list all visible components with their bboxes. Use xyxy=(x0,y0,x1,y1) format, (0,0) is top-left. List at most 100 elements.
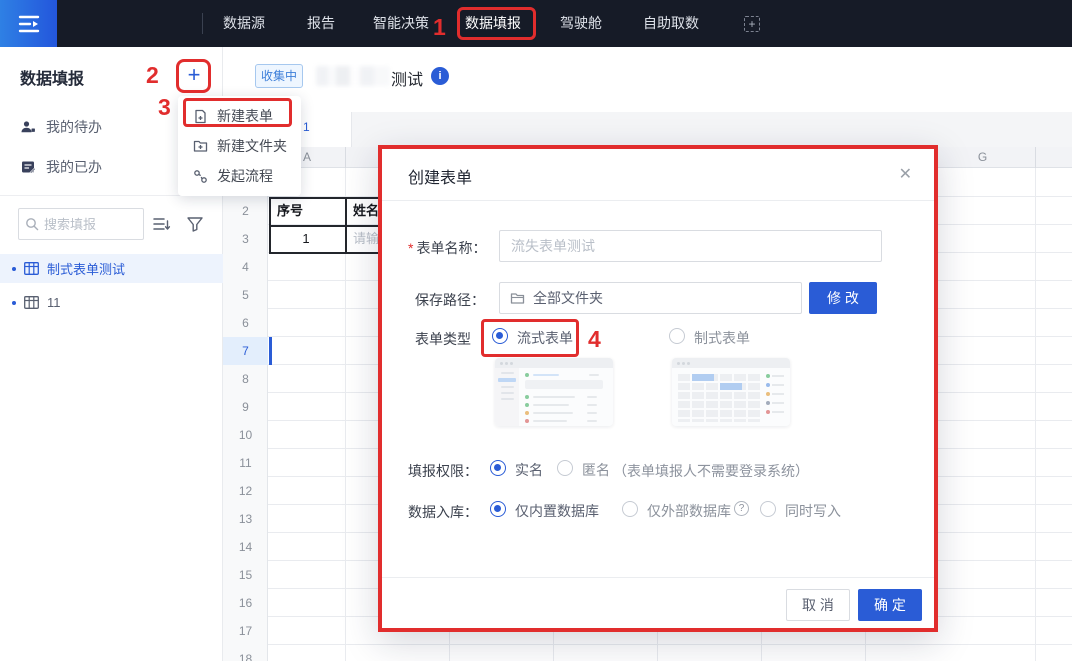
create-form-modal: 创建表单 ✕ *表单名称： 保存路径： 全部文件夹 修 改 表单类型 流式表单 … xyxy=(378,145,938,632)
radio-external-db[interactable] xyxy=(622,501,638,517)
radio-fixed-form-label[interactable]: 制式表单 xyxy=(694,329,750,347)
column-header-g[interactable]: G xyxy=(930,147,1035,168)
radio-internal-db[interactable] xyxy=(490,501,506,517)
app-logo[interactable] xyxy=(0,0,57,47)
thumbnail-legend xyxy=(766,374,784,419)
folder-icon xyxy=(510,292,525,305)
row-number[interactable]: 5 xyxy=(223,281,268,309)
search-input[interactable] xyxy=(44,217,130,232)
close-icon[interactable]: ✕ xyxy=(899,164,912,184)
column-divider xyxy=(1035,147,1036,168)
thumbnail-row xyxy=(525,411,607,415)
radio-real-name[interactable] xyxy=(490,460,506,476)
menu-item-new-folder[interactable]: 新建文件夹 xyxy=(178,131,301,161)
row-number[interactable]: 17 xyxy=(223,617,268,645)
nav-item-datasource[interactable]: 数据源 xyxy=(223,0,265,47)
save-path-field[interactable]: 全部文件夹 xyxy=(499,282,802,314)
user-icon xyxy=(20,119,36,135)
app-root: 数据源 报告 智能决策 数据填报 驾驶舱 自助取数 + 数据填报 + 我的待办 … xyxy=(0,0,1072,661)
thumbnail-row xyxy=(525,403,607,407)
radio-fixed-form[interactable] xyxy=(669,328,685,344)
grid-vline xyxy=(449,632,450,661)
row-number[interactable]: 13 xyxy=(223,505,268,533)
cell-serial-1[interactable]: 1 xyxy=(269,225,343,253)
row-number[interactable]: 14 xyxy=(223,533,268,561)
menu-item-start-flow[interactable]: 发起流程 xyxy=(178,161,301,191)
nav-item-report[interactable]: 报告 xyxy=(307,0,335,47)
redacted-title-area xyxy=(316,66,390,86)
menu-item-new-form[interactable]: 新建表单 xyxy=(178,101,301,131)
radio-external-db-label[interactable]: 仅外部数据库 xyxy=(647,502,731,520)
add-form-button[interactable]: + xyxy=(181,61,207,89)
row-number[interactable]: 3 xyxy=(223,225,268,253)
modal-title: 创建表单 xyxy=(408,164,472,188)
row-number[interactable]: 9 xyxy=(223,393,268,421)
add-module-icon[interactable]: + xyxy=(744,16,760,32)
menu-item-label: 发起流程 xyxy=(217,166,273,186)
help-icon[interactable]: ? xyxy=(734,501,749,516)
row-number[interactable]: 8 xyxy=(223,365,268,393)
grid-vline xyxy=(657,632,658,661)
row-number-active[interactable]: 7 xyxy=(223,337,268,365)
radio-flow-form[interactable] xyxy=(492,328,508,344)
thumbnail-highlight-cell xyxy=(720,383,742,390)
sidebar-title: 数据填报 xyxy=(20,65,84,89)
anonymous-note: （表单填报人不需要登录系统） xyxy=(613,461,809,481)
row-number[interactable]: 10 xyxy=(223,421,268,449)
cell-name-placeholder[interactable]: 请输 xyxy=(353,225,379,253)
radio-real-name-label[interactable]: 实名 xyxy=(515,461,543,479)
search-icon xyxy=(25,217,39,231)
sort-list-icon[interactable] xyxy=(152,215,172,233)
form-name-input[interactable] xyxy=(511,231,870,261)
nav-item-smart-decision[interactable]: 智能决策 xyxy=(373,0,429,47)
cell-name-header[interactable]: 姓名 xyxy=(353,197,379,225)
menu-lines-icon xyxy=(17,13,41,35)
radio-internal-db-label[interactable]: 仅内置数据库 xyxy=(515,502,599,520)
thumbnail-grid xyxy=(678,374,762,422)
create-dropdown-menu: 新建表单 新建文件夹 发起流程 xyxy=(178,96,301,196)
search-input-wrapper xyxy=(18,208,144,240)
sidebar-item-label: 我的已办 xyxy=(46,157,102,177)
cancel-button[interactable]: 取 消 xyxy=(786,589,850,621)
row-number[interactable]: 6 xyxy=(223,309,268,337)
thumbnail-block xyxy=(525,380,603,389)
form-list-item[interactable]: 11 xyxy=(0,288,223,317)
nav-item-dashboard[interactable]: 驾驶舱 xyxy=(560,0,602,47)
fill-permission-label: 填报权限： xyxy=(408,461,478,481)
row-number[interactable]: 16 xyxy=(223,589,268,617)
thumbnail-row xyxy=(525,395,607,399)
radio-flow-form-label[interactable]: 流式表单 xyxy=(517,329,573,347)
radio-write-both-label[interactable]: 同时写入 xyxy=(785,502,841,520)
save-path-value: 全部文件夹 xyxy=(533,288,603,308)
info-icon[interactable]: i xyxy=(431,67,449,85)
radio-anonymous-label[interactable]: 匿名 xyxy=(582,461,610,479)
thumbnail-sidebar xyxy=(495,368,519,426)
radio-write-both[interactable] xyxy=(760,501,776,517)
form-list-item-label: 11 xyxy=(47,295,61,310)
row-number[interactable]: 18 xyxy=(223,645,268,661)
thumbnail-highlight-cell xyxy=(692,374,714,381)
form-list-item-selected[interactable]: 制式表单测试 xyxy=(0,254,223,283)
save-path-label: 保存路径： xyxy=(415,290,485,310)
row-number[interactable]: 12 xyxy=(223,477,268,505)
grid-vline xyxy=(553,632,554,661)
row-number[interactable]: 11 xyxy=(223,449,268,477)
radio-anonymous[interactable] xyxy=(557,460,573,476)
fixed-form-thumbnail xyxy=(672,358,790,426)
cell-serial-header[interactable]: 序号 xyxy=(277,197,303,225)
thumbnail-browser-bar xyxy=(672,358,790,368)
row-number[interactable]: 2 xyxy=(223,197,268,225)
nav-item-self-service[interactable]: 自助取数 xyxy=(643,0,699,47)
row-number[interactable]: 4 xyxy=(223,253,268,281)
page-title: 测试 xyxy=(391,66,423,90)
form-type-label: 表单类型 xyxy=(415,329,471,349)
filter-icon[interactable] xyxy=(186,215,204,233)
status-badge: 收集中 xyxy=(255,64,303,88)
confirm-button[interactable]: 确 定 xyxy=(858,589,922,621)
data-storage-label: 数据入库： xyxy=(408,502,478,522)
modal-footer-divider xyxy=(382,577,934,578)
nav-item-data-filling[interactable]: 数据填报 xyxy=(465,0,521,47)
modify-path-button[interactable]: 修 改 xyxy=(809,282,877,314)
grid-vline xyxy=(865,632,866,661)
row-number[interactable]: 15 xyxy=(223,561,268,589)
